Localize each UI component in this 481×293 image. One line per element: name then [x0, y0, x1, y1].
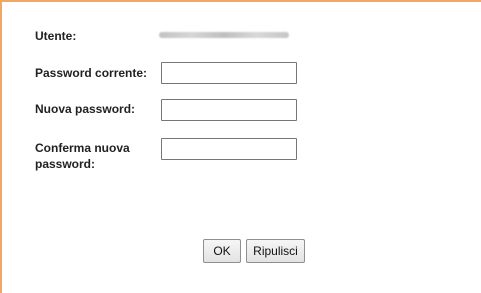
new-password-field[interactable]: [161, 99, 297, 121]
current-password-field[interactable]: [161, 62, 297, 84]
change-password-panel: Utente: Password corrente: Nuova passwor…: [0, 0, 481, 293]
user-value-redacted: [159, 32, 289, 38]
user-label: Utente:: [35, 29, 77, 43]
current-password-label: Password corrente:: [35, 66, 148, 80]
new-password-label: Nuova password:: [35, 102, 136, 116]
confirm-password-label-line2: password:: [35, 157, 96, 171]
ok-button[interactable]: OK: [203, 239, 241, 263]
reset-button[interactable]: Ripulisci: [246, 239, 305, 263]
confirm-password-label-line1: Conferma nuova: [35, 141, 130, 155]
confirm-password-field[interactable]: [161, 138, 297, 160]
